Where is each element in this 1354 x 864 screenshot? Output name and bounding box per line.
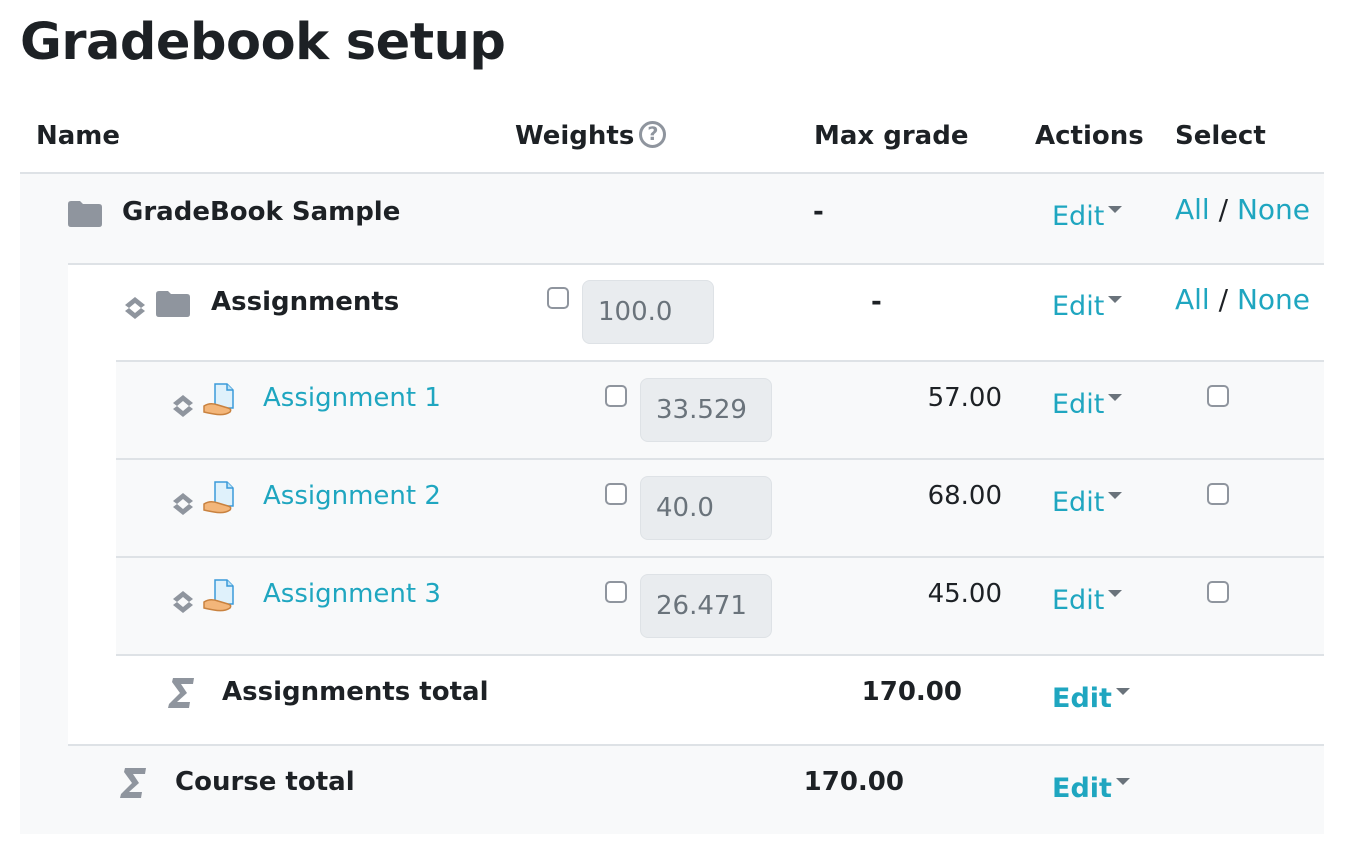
- edit-label: Edit: [1052, 683, 1112, 714]
- row-divider: [116, 458, 1324, 460]
- weight-input[interactable]: 100.0: [582, 280, 714, 344]
- select-none-link[interactable]: None: [1237, 193, 1310, 226]
- row-divider: [68, 744, 1324, 746]
- sigma-icon: [168, 678, 194, 708]
- sigma-icon: [120, 768, 146, 798]
- row-divider: [116, 556, 1324, 558]
- edit-label: Edit: [1052, 585, 1105, 616]
- caret-down-icon: [1108, 394, 1123, 401]
- folder-icon: [68, 201, 102, 227]
- grade-item-link[interactable]: Assignment 1: [263, 380, 441, 416]
- select-separator: /: [1218, 193, 1229, 226]
- grade-item-max-grade: 68.00: [927, 481, 1002, 511]
- subtotal-max-grade: 170.00: [861, 677, 962, 707]
- column-header-actions: Actions: [1035, 121, 1144, 151]
- edit-label: Edit: [1052, 389, 1105, 420]
- move-arrows-icon[interactable]: [170, 589, 196, 615]
- assignment-icon: [203, 481, 234, 514]
- row-divider: [68, 263, 1324, 265]
- caret-down-icon: [1108, 206, 1123, 213]
- grade-item-max-grade: 45.00: [927, 579, 1002, 609]
- column-header-max-grade: Max grade: [814, 121, 969, 151]
- edit-label: Edit: [1052, 773, 1112, 804]
- grade-item-link[interactable]: Assignment 3: [263, 576, 441, 612]
- weight-input[interactable]: 26.471: [640, 574, 772, 638]
- grade-item-edit-menu[interactable]: Edit: [1052, 387, 1123, 423]
- select-checkbox[interactable]: [1207, 581, 1229, 603]
- weight-input[interactable]: 40.0: [640, 476, 772, 540]
- move-arrows-icon[interactable]: [170, 393, 196, 419]
- subcategory-name: Assignments: [211, 287, 400, 317]
- weight-input[interactable]: 33.529: [640, 378, 772, 442]
- category-select: All / None: [1175, 192, 1310, 228]
- header-divider: [20, 172, 1324, 174]
- select-separator: /: [1218, 283, 1229, 316]
- subcategory-max-grade: -: [871, 287, 882, 317]
- caret-down-icon: [1115, 778, 1130, 785]
- edit-label: Edit: [1052, 291, 1105, 322]
- subtotal-name: Assignments total: [222, 677, 489, 707]
- column-header-name: Name: [36, 121, 121, 151]
- caret-down-icon: [1108, 590, 1123, 597]
- caret-down-icon: [1115, 688, 1130, 695]
- course-total-name: Course total: [175, 767, 355, 797]
- select-all-link[interactable]: All: [1175, 283, 1210, 316]
- weight-override-checkbox[interactable]: [547, 287, 569, 309]
- subcategory-select: All / None: [1175, 282, 1310, 318]
- course-total-max-grade: 170.00: [803, 767, 904, 797]
- row-divider: [116, 360, 1324, 362]
- move-arrows-icon[interactable]: [170, 491, 196, 517]
- weight-override-checkbox[interactable]: [605, 483, 627, 505]
- category-name: GradeBook Sample: [122, 197, 401, 227]
- select-none-link[interactable]: None: [1237, 283, 1310, 316]
- question-circle-icon[interactable]: ?: [639, 121, 667, 148]
- move-arrows-icon[interactable]: [122, 295, 148, 321]
- select-checkbox[interactable]: [1207, 385, 1229, 407]
- caret-down-icon: [1108, 492, 1123, 499]
- weight-override-checkbox[interactable]: [605, 581, 627, 603]
- category-edit-menu[interactable]: Edit: [1052, 199, 1123, 235]
- grade-item-link[interactable]: Assignment 2: [263, 478, 441, 514]
- edit-label: Edit: [1052, 487, 1105, 518]
- edit-label: Edit: [1052, 201, 1105, 232]
- assignment-icon: [203, 383, 234, 416]
- column-header-select: Select: [1175, 121, 1266, 151]
- grade-item-edit-menu[interactable]: Edit: [1052, 485, 1123, 521]
- page-title: Gradebook setup: [20, 13, 506, 72]
- assignment-icon: [203, 579, 234, 612]
- course-total-edit-menu[interactable]: Edit: [1052, 771, 1130, 807]
- column-header-weights: Weights?: [515, 118, 667, 154]
- select-checkbox[interactable]: [1207, 483, 1229, 505]
- row-divider: [116, 654, 1324, 656]
- caret-down-icon: [1108, 296, 1123, 303]
- grade-item-edit-menu[interactable]: Edit: [1052, 583, 1123, 619]
- weight-override-checkbox[interactable]: [605, 385, 627, 407]
- category-max-grade: -: [813, 197, 824, 227]
- column-header-weights-label: Weights: [515, 121, 635, 151]
- select-all-link[interactable]: All: [1175, 193, 1210, 226]
- grade-item-max-grade: 57.00: [927, 383, 1002, 413]
- subtotal-edit-menu[interactable]: Edit: [1052, 681, 1130, 717]
- folder-icon: [156, 291, 190, 317]
- subcategory-edit-menu[interactable]: Edit: [1052, 289, 1123, 325]
